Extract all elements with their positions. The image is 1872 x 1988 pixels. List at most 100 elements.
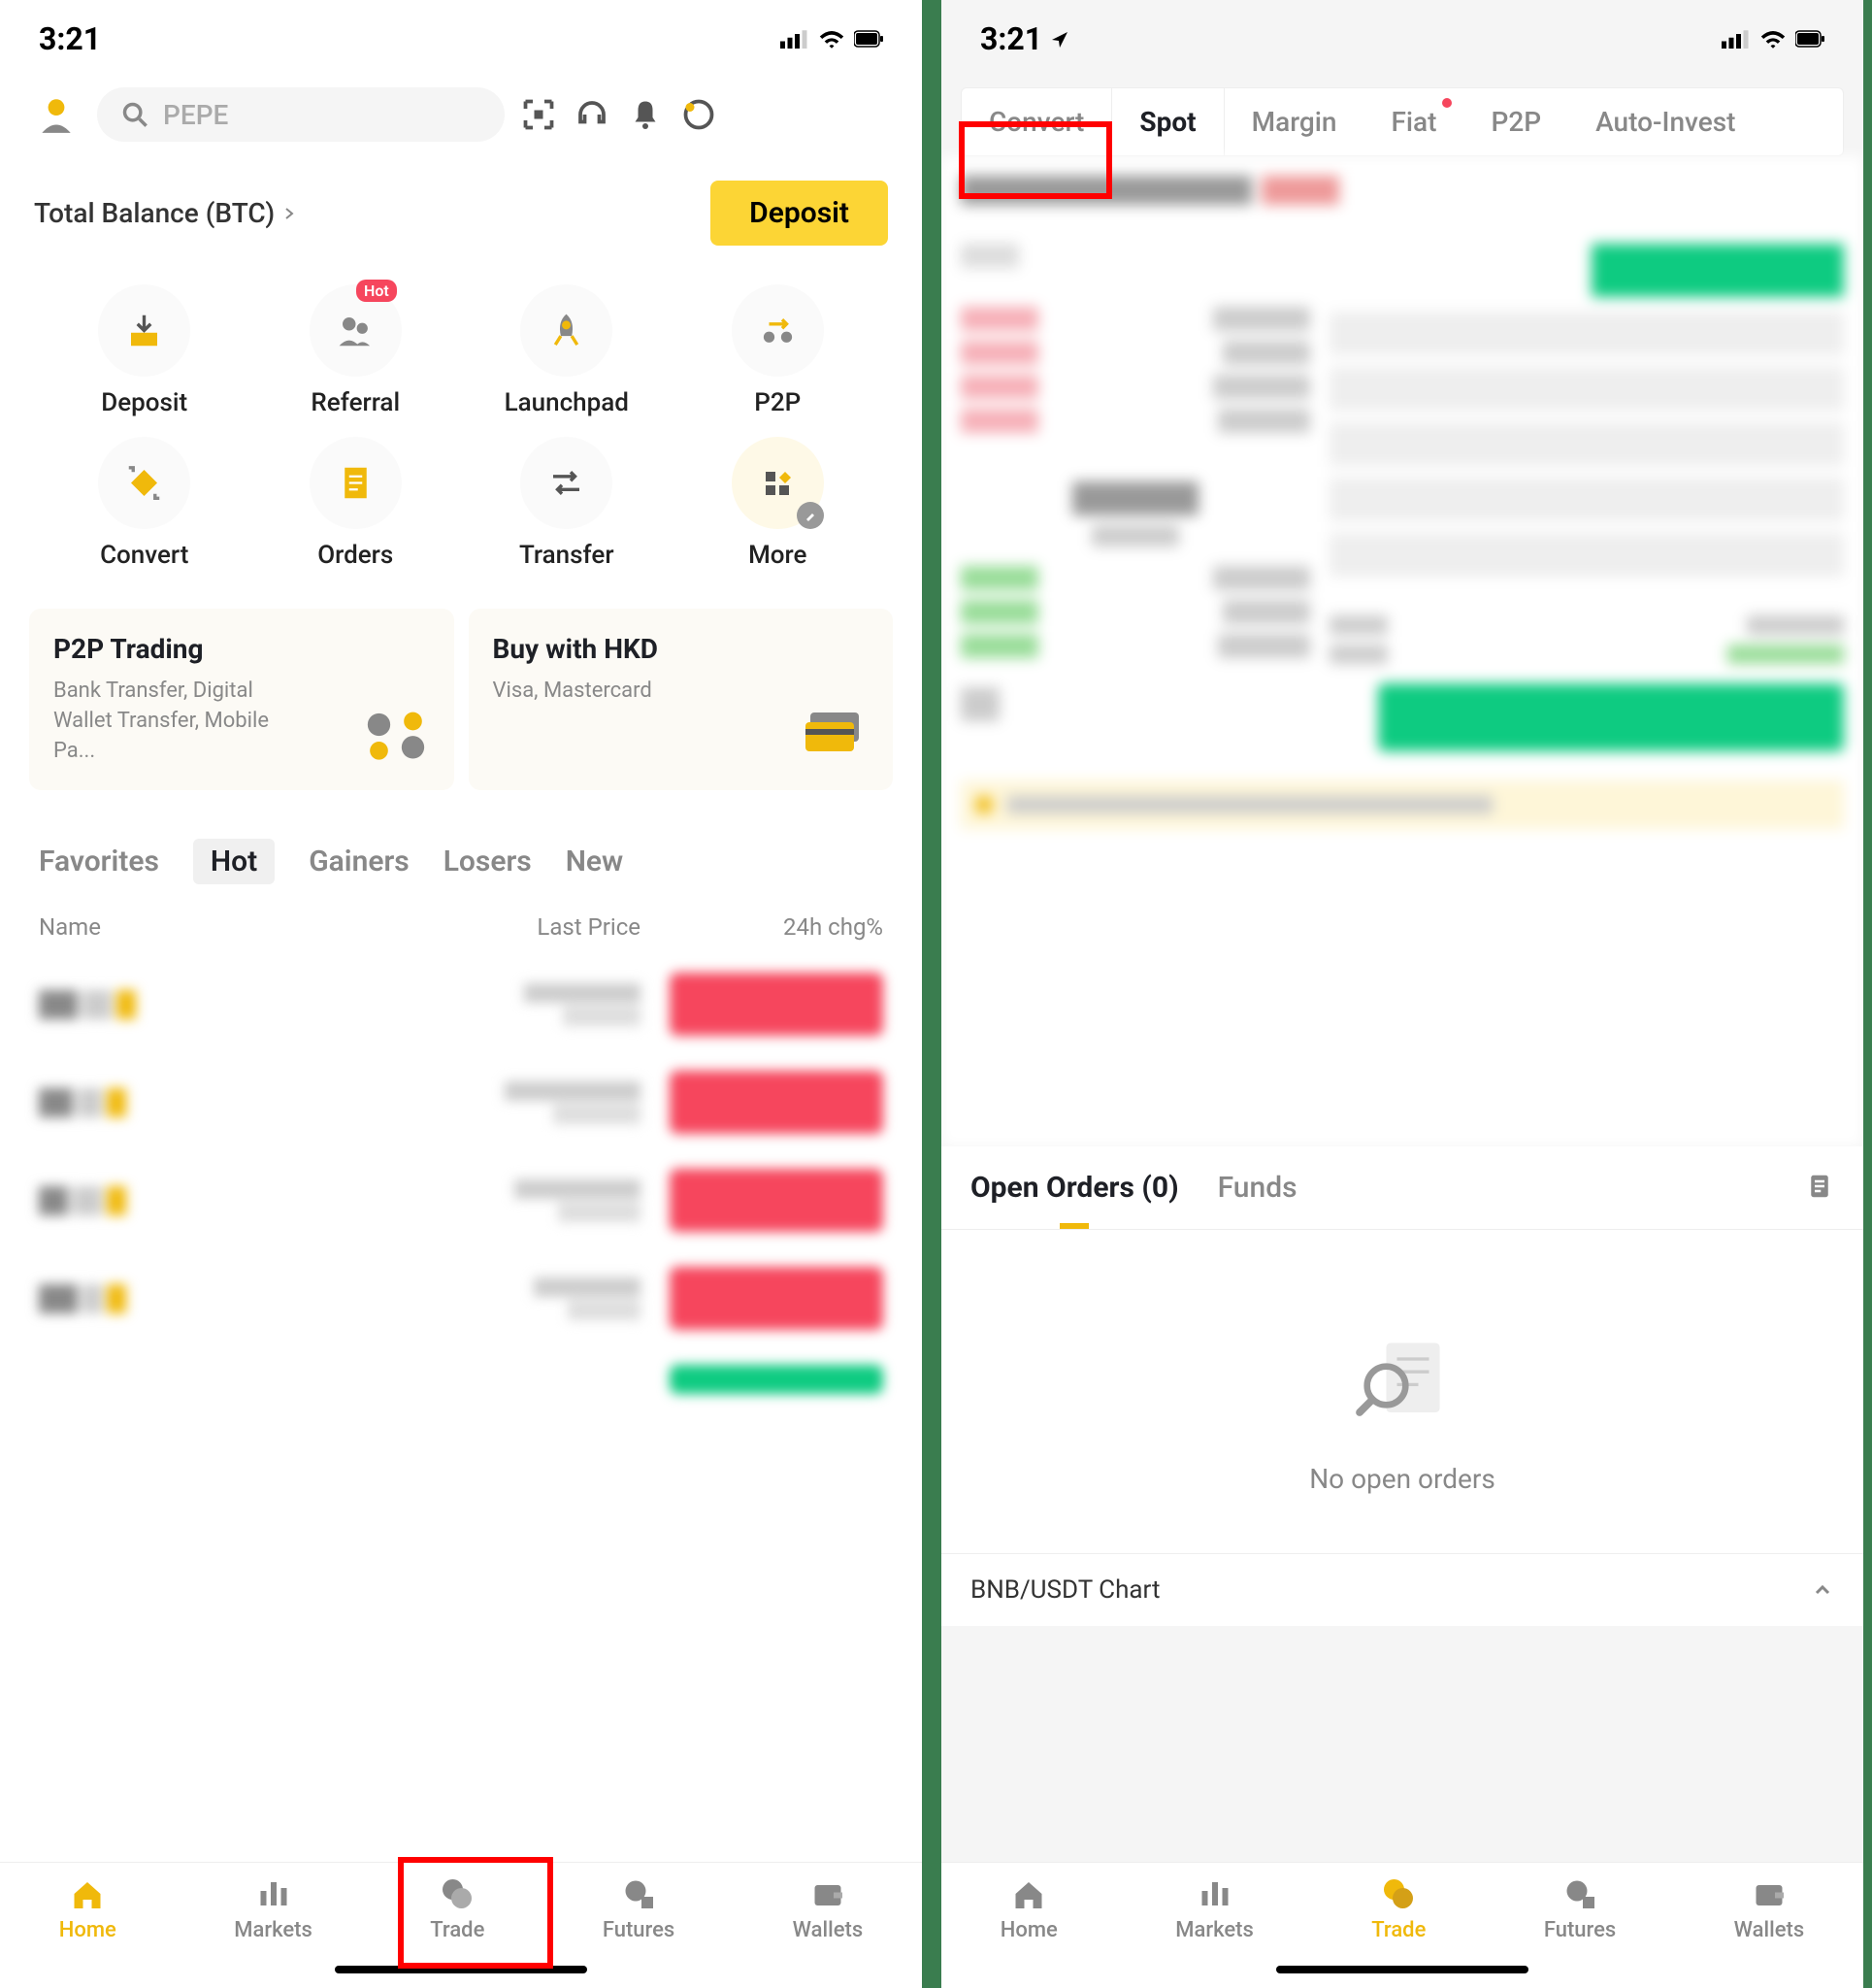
auto-invest-tab[interactable]: Auto-Invest: [1568, 88, 1762, 155]
open-orders-tab[interactable]: Open Orders (0): [970, 1171, 1179, 1205]
futures-icon: [1560, 1874, 1599, 1913]
losers-tab[interactable]: Losers: [443, 839, 532, 884]
top-bar: PEPE: [0, 78, 922, 151]
edit-icon: [797, 502, 824, 529]
p2p-card-icon: [362, 708, 430, 766]
wallet-icon: [808, 1874, 847, 1913]
chevron-right-icon: [284, 207, 294, 220]
coin-icon[interactable]: [679, 95, 718, 134]
home-screen: 3:21 PEPE Total Balance (BTC) Deposit De…: [0, 0, 922, 1988]
markets-icon: [1196, 1874, 1234, 1913]
market-table-header: Name Last Price 24h chg%: [0, 899, 922, 955]
p2p-card[interactable]: P2P Trading Bank Transfer, Digital Walle…: [29, 609, 454, 790]
nav-home[interactable]: Home: [1001, 1874, 1058, 1942]
status-time: 3:21: [980, 20, 1069, 57]
deposit-button[interactable]: Deposit: [710, 181, 888, 246]
home-icon: [1009, 1874, 1048, 1913]
nav-markets[interactable]: Markets: [1175, 1874, 1254, 1942]
chart-toggle[interactable]: BNB/USDT Chart: [941, 1553, 1863, 1626]
wifi-icon: [1758, 28, 1788, 50]
status-icons: [780, 28, 883, 50]
margin-tab[interactable]: Margin: [1225, 88, 1364, 155]
referral-action[interactable]: Hot Referral: [260, 284, 452, 417]
market-row[interactable]: [0, 1249, 922, 1347]
gainers-tab[interactable]: Gainers: [309, 839, 409, 884]
search-placeholder: PEPE: [163, 99, 228, 131]
balance-label[interactable]: Total Balance (BTC): [34, 197, 294, 229]
support-icon[interactable]: [573, 95, 611, 134]
market-row[interactable]: [0, 955, 922, 1053]
nav-trade[interactable]: Trade: [430, 1874, 484, 1942]
empty-icon: [1349, 1327, 1456, 1434]
orders-action[interactable]: Orders: [260, 437, 452, 570]
status-bar: 3:21: [0, 0, 922, 78]
p2p-icon: [732, 284, 824, 377]
promo-cards: P2P Trading Bank Transfer, Digital Walle…: [0, 584, 922, 814]
hot-tab[interactable]: Hot: [193, 839, 275, 884]
empty-orders: No open orders: [941, 1230, 1863, 1553]
wallet-icon: [1750, 1874, 1789, 1913]
hot-badge: Hot: [356, 280, 397, 302]
more-action[interactable]: More: [682, 437, 874, 570]
avatar-button[interactable]: [29, 88, 82, 142]
battery-icon: [854, 28, 883, 50]
transfer-action[interactable]: Transfer: [471, 437, 663, 570]
orders-icon: [310, 437, 402, 529]
scan-icon[interactable]: [519, 95, 558, 134]
orders-tabs: Open Orders (0) Funds: [941, 1146, 1863, 1230]
nav-futures[interactable]: Futures: [1544, 1874, 1616, 1942]
more-icon: [732, 437, 824, 529]
nav-wallets[interactable]: Wallets: [793, 1874, 864, 1942]
market-row[interactable]: [0, 1347, 922, 1411]
trade-icon: [438, 1874, 476, 1913]
trade-icon: [1379, 1874, 1418, 1913]
home-indicator: [1276, 1966, 1528, 1973]
new-tab[interactable]: New: [566, 839, 624, 884]
battery-icon: [1795, 28, 1824, 50]
status-time: 3:21: [39, 20, 101, 57]
signal-icon: [1722, 28, 1751, 50]
p2p-tab[interactable]: P2P: [1463, 88, 1568, 155]
referral-icon: Hot: [310, 284, 402, 377]
market-row[interactable]: [0, 1151, 922, 1249]
nav-futures[interactable]: Futures: [603, 1874, 674, 1942]
nav-home[interactable]: Home: [59, 1874, 116, 1942]
trade-tabs: Convert Spot Margin Fiat P2P Auto-Invest: [961, 87, 1844, 156]
balance-row: Total Balance (BTC) Deposit: [0, 151, 922, 270]
deposit-action[interactable]: Deposit: [49, 284, 241, 417]
convert-tab[interactable]: Convert: [962, 88, 1111, 155]
action-grid: Deposit Hot Referral Launchpad P2P Conve…: [0, 270, 922, 584]
nav-wallets[interactable]: Wallets: [1734, 1874, 1805, 1942]
funds-tab[interactable]: Funds: [1218, 1171, 1297, 1205]
convert-action[interactable]: Convert: [49, 437, 241, 570]
launchpad-action[interactable]: Launchpad: [471, 284, 663, 417]
market-row[interactable]: [0, 1053, 922, 1151]
location-icon: [1050, 30, 1069, 50]
status-bar: 3:21: [941, 0, 1863, 78]
bell-icon[interactable]: [626, 95, 665, 134]
wifi-icon: [817, 28, 846, 50]
transfer-icon: [520, 437, 612, 529]
nav-markets[interactable]: Markets: [234, 1874, 312, 1942]
p2p-action[interactable]: P2P: [682, 284, 874, 417]
fiat-tab[interactable]: Fiat: [1363, 88, 1463, 155]
favorites-tab[interactable]: Favorites: [39, 839, 159, 884]
trade-screen: 3:21 Convert Spot Margin Fiat P2P Auto-I…: [941, 0, 1863, 1988]
card-icon: [801, 708, 869, 766]
buy-card[interactable]: Buy with HKD Visa, Mastercard: [469, 609, 894, 790]
chevron-up-icon: [1811, 1578, 1834, 1602]
futures-icon: [619, 1874, 658, 1913]
document-icon[interactable]: [1805, 1172, 1834, 1205]
trade-content-blurred: [941, 156, 1863, 1146]
rocket-icon: [520, 284, 612, 377]
nav-trade[interactable]: Trade: [1371, 1874, 1426, 1942]
convert-icon: [98, 437, 190, 529]
signal-icon: [780, 28, 809, 50]
spot-tab[interactable]: Spot: [1111, 88, 1224, 155]
market-tabs: Favorites Hot Gainers Losers New: [0, 814, 922, 899]
search-icon: [121, 101, 148, 128]
markets-icon: [254, 1874, 293, 1913]
home-icon: [68, 1874, 107, 1913]
search-bar[interactable]: PEPE: [97, 87, 505, 142]
market-list: [0, 955, 922, 1411]
